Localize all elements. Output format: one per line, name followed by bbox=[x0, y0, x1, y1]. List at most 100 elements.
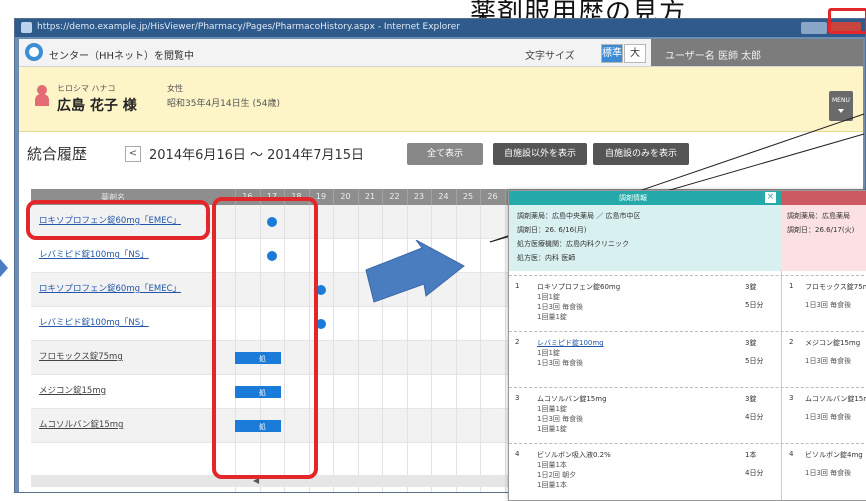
rx-number: 3 bbox=[515, 394, 520, 402]
grid-line bbox=[333, 205, 334, 492]
patient-sex: 女性 bbox=[167, 84, 183, 93]
drug-name: ムコソルバン錠15mg bbox=[39, 420, 124, 430]
address-bar[interactable]: https://demo.example.jp/HisViewer/Pharma… bbox=[15, 19, 865, 37]
rx-drug-name: ビソルボン吸入液0.2% bbox=[537, 451, 611, 459]
rx-drug-name[interactable]: レバミピド錠100mg bbox=[537, 338, 604, 348]
info-line: 処方医療機関：広島内科クリニック bbox=[517, 240, 629, 248]
info2-line: 調剤日：26.6/17(火) bbox=[787, 226, 855, 234]
date-range: 2014年6月16日 ～ 2014年7月15日 bbox=[149, 148, 365, 163]
popup-title: 調剤情報 bbox=[619, 194, 647, 202]
rx-dose-2: 1回量1錠 bbox=[537, 313, 567, 321]
rx-item: 4 ビソルボン吸入液0.2% 1回量1本 1日2回 朝夕 1回量1本 1本 4日分 4 ビソルボ… bbox=[509, 443, 866, 500]
minimize-button[interactable] bbox=[801, 22, 827, 34]
rx2-usage: 1日3回 毎食後 bbox=[805, 301, 852, 309]
rx2-drug-name: ビソルボン錠4mg bbox=[805, 451, 863, 459]
rx-usage: 1日3回 毎食後 bbox=[537, 359, 584, 367]
popup-info: 調剤薬局：広島中央薬局 ／ 広島市中区 調剤日：26. 6/16(月) 処方医療… bbox=[509, 205, 781, 271]
rx2-usage: 1日3回 毎食後 bbox=[805, 357, 852, 365]
drug-name[interactable]: ロキソプロフェン錠60mg「EMEC」 bbox=[39, 282, 181, 294]
popup-close-icon[interactable]: × bbox=[765, 192, 776, 203]
rx2-number: 1 bbox=[789, 282, 794, 290]
day-header: 24 bbox=[431, 189, 455, 205]
day-header: 22 bbox=[382, 189, 406, 205]
user-bar: ユーザー名 医師 太郎 bbox=[651, 39, 863, 66]
font-size-label: 文字サイズ bbox=[525, 51, 575, 62]
rx2-number: 3 bbox=[789, 394, 794, 402]
rx-quantity: 3錠 bbox=[745, 283, 757, 291]
grid-line bbox=[357, 205, 359, 492]
rx2-drug-name: フロモックス錠75mg bbox=[805, 283, 866, 291]
font-large-button[interactable]: 大 bbox=[624, 44, 646, 63]
font-standard-button[interactable]: 標準 bbox=[601, 44, 623, 63]
day-header: 25 bbox=[455, 189, 480, 205]
day-header: 23 bbox=[406, 189, 431, 205]
popup-info-2: 調剤薬局：広島薬局 調剤日：26.6/17(火) bbox=[781, 205, 866, 271]
rx-dose: 1回量1本 bbox=[537, 461, 567, 469]
drug-name[interactable]: レバミピド錠100mg「NS」 bbox=[39, 316, 149, 328]
rx-quantity: 3錠 bbox=[745, 339, 757, 347]
rx-drug-name: ロキソプロフェン錠60mg bbox=[537, 283, 621, 291]
rx-usage: 1日3回 毎食後 bbox=[537, 303, 584, 311]
rx-item: 1 ロキソプロフェン錠60mg 1回1錠 1日3回 毎食後 1回量1錠 3錠 5日分 1 フロモ… bbox=[509, 275, 866, 332]
rx-number: 1 bbox=[515, 282, 520, 290]
right-arrow-icon bbox=[365, 240, 465, 303]
logo-icon bbox=[25, 43, 43, 61]
timeline-highlight-box bbox=[212, 197, 318, 479]
rx-days: 4日分 bbox=[745, 469, 764, 477]
rx2-drug-name: ムコソルバン錠15mg bbox=[805, 395, 866, 403]
rx2-number: 4 bbox=[789, 450, 794, 458]
rx-dose: 1回1錠 bbox=[537, 293, 560, 301]
drug-name: フロモックス錠75mg bbox=[39, 352, 123, 362]
rx-number: 4 bbox=[515, 450, 520, 458]
rx-days: 5日分 bbox=[745, 357, 764, 365]
rx-dose: 1回量1錠 bbox=[537, 405, 567, 413]
rx-days: 4日分 bbox=[745, 413, 764, 421]
rx2-usage: 1日3回 毎食後 bbox=[805, 413, 852, 421]
rx-dose-2: 1回量1錠 bbox=[537, 425, 567, 433]
center-name: センター（HHネット）を閲覧中 bbox=[49, 51, 195, 62]
rx2-usage: 1日3回 毎食後 bbox=[805, 469, 852, 477]
rx2-drug-name: メジコン錠15mg bbox=[805, 339, 861, 347]
prescription-popup: 調剤情報 × 調剤薬局：広島中央薬局 ／ 広島市中区 調剤日：26. 6/16(… bbox=[508, 190, 866, 501]
rx-dose: 1回1錠 bbox=[537, 349, 560, 357]
info-line: 調剤日：26. 6/16(月) bbox=[517, 226, 587, 234]
rx-number: 2 bbox=[515, 338, 520, 346]
address-text: https://demo.example.jp/HisViewer/Pharma… bbox=[37, 22, 461, 32]
left-edge-arrow-icon bbox=[0, 252, 8, 284]
popup-header-2 bbox=[781, 191, 866, 205]
rx-usage: 1日3回 毎食後 bbox=[537, 415, 584, 423]
patient-dob: 昭和35年4月14日生 (54歳) bbox=[167, 99, 280, 109]
menu-label: MENU bbox=[832, 97, 850, 104]
grid-line bbox=[480, 205, 481, 492]
rx-item: 2 レバミピド錠100mg 1回1錠 1日3回 毎食後 3錠 5日分 2 メジコン錠15mg 1… bbox=[509, 331, 866, 388]
rx-item: 3 ムコソルバン錠15mg 1回量1錠 1日3回 毎食後 1回量1錠 3錠 4日分 3 ムコソル… bbox=[509, 387, 866, 444]
close-highlight-box bbox=[828, 8, 866, 34]
drug-name[interactable]: レバミピド錠100mg「NS」 bbox=[39, 248, 149, 260]
patient-name: 広島 花子 様 bbox=[57, 98, 137, 114]
avatar-body bbox=[35, 94, 49, 106]
patient-kana: ヒロシマ ハナコ bbox=[57, 84, 116, 93]
patient-avatar-icon bbox=[35, 85, 49, 107]
info2-line: 調剤薬局：広島薬局 bbox=[787, 212, 850, 220]
rx-usage: 1日2回 朝夕 bbox=[537, 471, 577, 479]
rx-drug-name: ムコソルバン錠15mg bbox=[537, 395, 607, 403]
rx2-number: 2 bbox=[789, 338, 794, 346]
rx-days: 5日分 bbox=[745, 301, 764, 309]
ie-icon bbox=[21, 22, 32, 33]
drug-name: メジコン錠15mg bbox=[39, 386, 106, 396]
day-header: 21 bbox=[357, 189, 382, 205]
drug-name-highlight-box bbox=[26, 200, 210, 240]
logo-inner bbox=[29, 47, 39, 57]
rx-quantity: 1本 bbox=[745, 451, 757, 459]
rx-quantity: 3錠 bbox=[745, 395, 757, 403]
user-name: ユーザー名 医師 太郎 bbox=[665, 51, 762, 62]
info-line: 調剤薬局：広島中央薬局 ／ 広島市中区 bbox=[517, 212, 641, 220]
popup-header: 調剤情報 × bbox=[509, 191, 781, 205]
info-line: 処方医：内科 医師 bbox=[517, 254, 576, 262]
prev-period-button[interactable]: < bbox=[125, 146, 141, 162]
rx-dose-2: 1回量1本 bbox=[537, 481, 567, 489]
section-title: 統合履歴 bbox=[27, 145, 88, 163]
show-all-button[interactable]: 全て表示 bbox=[407, 143, 483, 165]
top-bar: センター（HHネット）を閲覧中 文字サイズ 標準 大 ユーザー名 医師 太郎 bbox=[19, 39, 863, 67]
day-header: 20 bbox=[333, 189, 357, 205]
